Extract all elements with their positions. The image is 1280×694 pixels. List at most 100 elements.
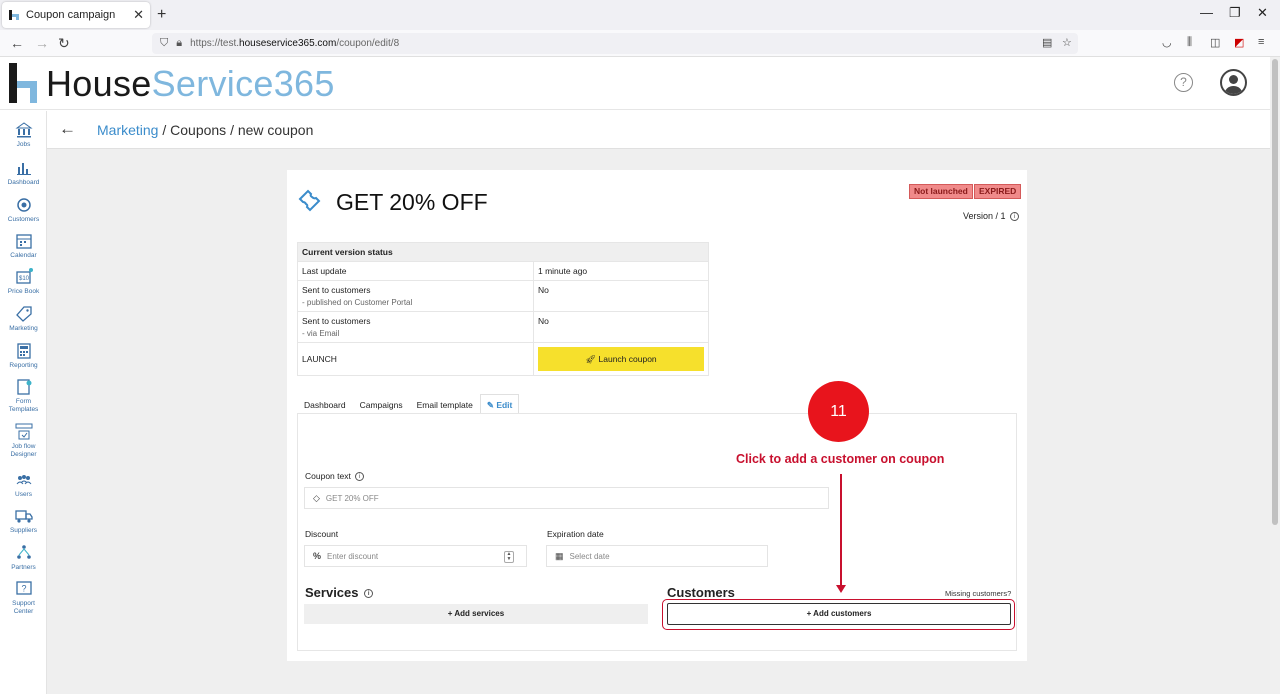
tab-edit[interactable]: ✎ Edit: [479, 394, 520, 414]
close-tab-icon[interactable]: ✕: [133, 7, 144, 23]
sidebar-item-users[interactable]: Users: [0, 471, 47, 499]
browser-tab-bar: Coupon campaign ✕ + — ❐ ✕: [0, 0, 1280, 30]
discount-label: Discount: [305, 529, 339, 539]
missing-customers-link[interactable]: Missing customers?: [945, 589, 1011, 598]
reload-icon[interactable]: ↻: [58, 35, 70, 52]
browser-tab[interactable]: Coupon campaign ✕: [2, 2, 150, 28]
coupon-title: GET 20% OFF: [336, 189, 488, 215]
annotation-arrow: [840, 474, 842, 587]
rocket-icon: 🚀︎: [585, 354, 597, 364]
flow-icon: [15, 423, 32, 440]
status-table: Current version status Last update 1 min…: [297, 242, 709, 376]
tab-email-template[interactable]: Email template: [410, 394, 480, 414]
svg-text:?: ?: [21, 584, 26, 594]
pocket-icon[interactable]: ◡: [1162, 36, 1172, 49]
url-path: /coupon/edit/8: [336, 38, 400, 49]
svg-text:$10: $10: [19, 276, 30, 282]
sidebar-item-support-center[interactable]: ? Support Center: [0, 580, 47, 616]
info-icon[interactable]: i: [364, 589, 374, 599]
coupon-text-field[interactable]: ◇ GET 20% OFF: [304, 487, 829, 509]
minimize-icon[interactable]: —: [1200, 5, 1213, 20]
forward-icon[interactable]: →: [35, 35, 49, 51]
sidebar-item-calendar[interactable]: Calendar: [0, 232, 47, 260]
logo-text: HouseService365: [46, 63, 335, 104]
sidebar-item-reporting[interactable]: Reporting: [0, 342, 47, 370]
help-icon[interactable]: ?: [1174, 73, 1193, 92]
breadcrumb-marketing-link[interactable]: Marketing: [97, 122, 158, 138]
close-window-icon[interactable]: ✕: [1257, 5, 1268, 21]
sidebar-item-customers[interactable]: Customers: [0, 196, 47, 224]
library-icon[interactable]: ⫼: [1187, 36, 1192, 49]
add-customers-button[interactable]: + Add customers: [667, 603, 1011, 625]
price-tag-icon: $10: [15, 268, 33, 284]
sidebar-item-partners[interactable]: Partners: [0, 544, 47, 572]
bookmark-star-icon[interactable]: ☆: [1062, 36, 1072, 49]
status-table-header: Current version status: [297, 242, 709, 262]
partners-icon: [16, 545, 31, 559]
tag-icon: ◇: [313, 492, 320, 503]
sidebar-item-marketing[interactable]: Marketing: [0, 305, 47, 333]
percent-icon: %: [313, 551, 322, 561]
sidebar-item-form-templates[interactable]: Form Templates: [0, 378, 47, 414]
table-row: Sent to customers - published on Customer…: [297, 280, 709, 312]
question-box-icon: ?: [15, 581, 32, 595]
calculator-icon: [16, 343, 31, 359]
sidebar-item-suppliers[interactable]: Suppliers: [0, 507, 47, 535]
sidebar-item-dashboard[interactable]: Dashboard: [0, 159, 47, 187]
back-arrow-icon[interactable]: ←: [59, 119, 76, 139]
reader-view-icon[interactable]: ▤: [1042, 36, 1052, 49]
form-icon: [16, 379, 31, 395]
back-icon[interactable]: ←: [10, 35, 24, 51]
add-services-button[interactable]: + Add services: [304, 604, 648, 624]
bar-chart-icon: [16, 163, 31, 175]
restore-icon[interactable]: ❐: [1229, 5, 1241, 21]
annotation-text: Click to add a customer on coupon: [736, 452, 945, 466]
launch-coupon-button[interactable]: 🚀︎ Launch coupon: [538, 347, 704, 371]
coupon-text-label: Coupon text i: [305, 471, 365, 482]
expiration-date-label: Expiration date: [547, 529, 604, 539]
sidebar: Jobs Dashboard Customers Calendar $10 Pr…: [0, 111, 47, 694]
info-icon[interactable]: i: [1010, 212, 1020, 222]
breadcrumb: ← Marketing / Coupons / new coupon: [47, 111, 1270, 149]
stepper-icon[interactable]: ▲ ▼: [504, 551, 514, 563]
breadcrumb-rest: / Coupons / new coupon: [158, 122, 314, 138]
bank-icon: [14, 122, 33, 138]
tab-dashboard[interactable]: Dashboard: [297, 394, 353, 414]
table-row: Sent to customers - via Email No: [297, 311, 709, 343]
calendar-icon: ▦: [555, 550, 564, 561]
table-row: LAUNCH 🚀︎ Launch coupon: [297, 342, 709, 376]
sidebar-item-price-book[interactable]: $10 Price Book: [0, 268, 47, 296]
extension-icon[interactable]: ◩: [1234, 36, 1244, 49]
address-bar[interactable]: ⛉ 🔒︎ https://test. houseservice365.com/co…: [152, 33, 1078, 54]
new-tab-button[interactable]: +: [157, 6, 166, 24]
annotation-arrow-head: [836, 585, 846, 593]
step-number-badge: 11: [808, 381, 869, 442]
expiration-date-input[interactable]: ▦ Select date: [546, 545, 768, 567]
status-badge-expired: EXPIRED: [974, 184, 1022, 199]
url-domain: houseservice365.com: [239, 38, 337, 49]
tab-campaigns[interactable]: Campaigns: [353, 394, 410, 414]
coupon-tabs: Dashboard Campaigns Email template ✎ Edi…: [297, 394, 520, 414]
table-row: Last update 1 minute ago: [297, 261, 709, 281]
url-prefix: https://test.: [190, 38, 240, 49]
discount-input[interactable]: % Enter discount ▲ ▼: [304, 545, 527, 567]
menu-icon[interactable]: ≡: [1258, 36, 1264, 48]
shield-icon: ⛉: [160, 37, 169, 49]
services-heading: Services i: [305, 585, 374, 600]
tag-icon: [15, 306, 32, 322]
users-icon: [16, 475, 31, 485]
info-icon[interactable]: i: [355, 472, 365, 482]
sidebar-item-job-flow-designer[interactable]: Job flow Designer: [0, 423, 47, 459]
customers-heading: Customers: [667, 585, 735, 600]
version-label: Version / 1 i: [963, 211, 1020, 222]
sidebar-item-jobs[interactable]: Jobs: [0, 121, 47, 149]
sidebar-toggle-icon[interactable]: ◫: [1210, 36, 1220, 49]
app-header: HouseService365 ?: [0, 57, 1270, 110]
tab-title: Coupon campaign: [26, 9, 116, 21]
browser-toolbar: ← → ↻ ⛉ 🔒︎ https://test. houseservice365.…: [0, 30, 1280, 57]
logo-h-icon: [9, 63, 37, 103]
pencil-icon: ✎: [486, 400, 494, 410]
lock-icon: 🔒︎: [176, 37, 183, 49]
avatar[interactable]: [1220, 69, 1247, 96]
scrollbar[interactable]: [1270, 57, 1280, 694]
